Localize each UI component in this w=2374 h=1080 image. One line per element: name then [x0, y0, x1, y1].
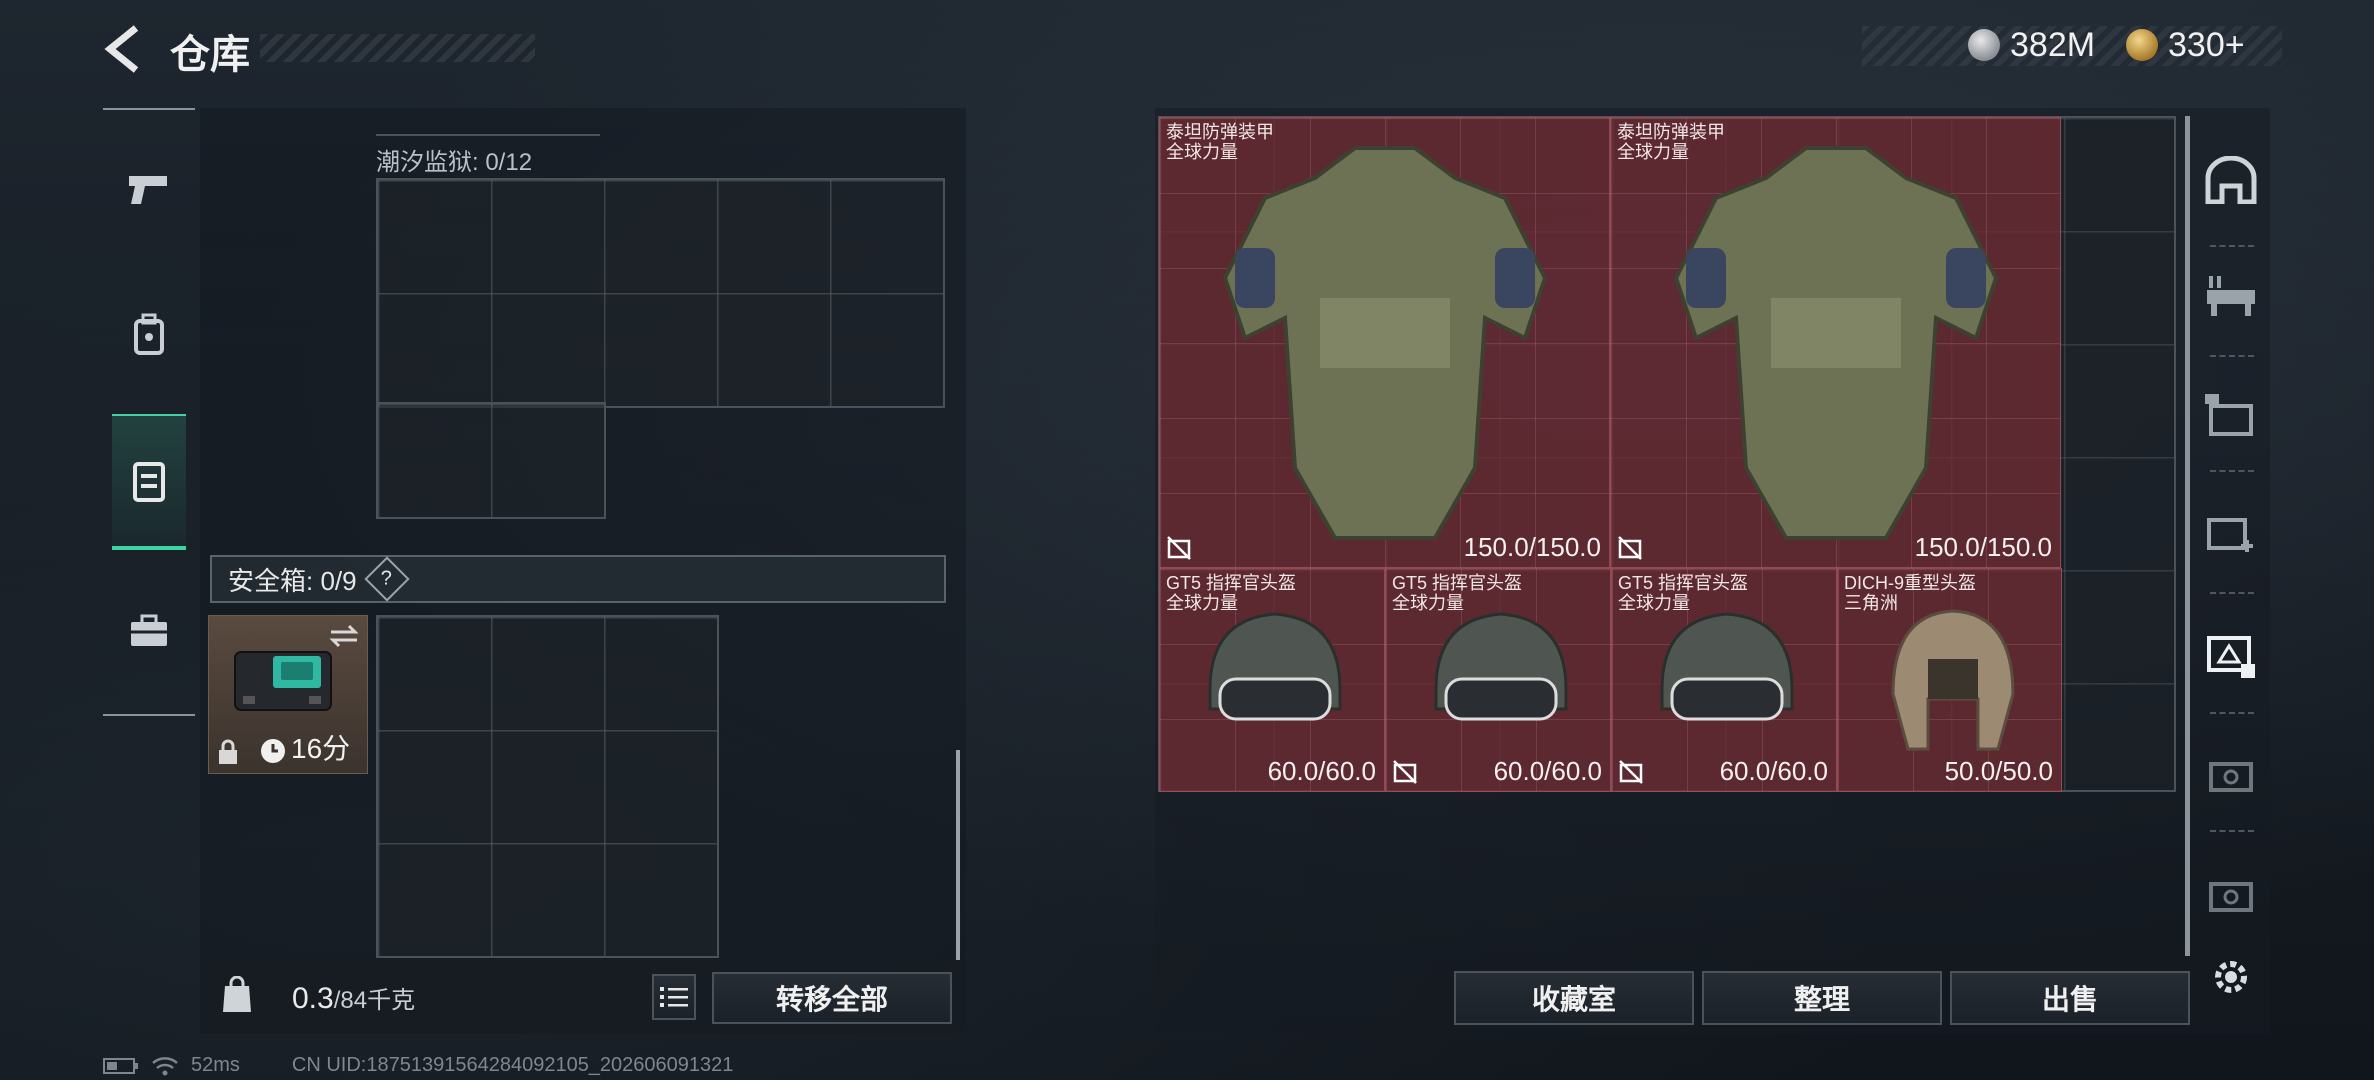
helmet-icon — [1208, 612, 1342, 721]
body-armor-icon — [1222, 146, 1548, 540]
safe-icon — [2207, 636, 2255, 678]
silver-currency[interactable]: 382M — [1968, 20, 2095, 70]
helmet-item-2[interactable]: GT5 指挥官头盔 全球力量 60.0/60.0 — [1385, 568, 1611, 792]
nav-gear[interactable] — [112, 414, 186, 550]
gold-amount: 330+ — [2168, 25, 2245, 64]
sell-button[interactable]: 出售 — [1950, 971, 2190, 1025]
organize-button[interactable]: 整理 — [1702, 971, 1942, 1025]
help-icon: ? — [381, 567, 393, 590]
safebox-label: 安全箱: 0/9 — [228, 565, 357, 596]
workbench-icon — [2207, 276, 2255, 316]
crate-icon — [2209, 762, 2253, 792]
side-tab-crate-1[interactable] — [2195, 720, 2267, 830]
silver-coin-icon — [1968, 29, 2000, 61]
weight-icon — [223, 976, 251, 1012]
tab-separator — [2210, 470, 2254, 472]
medical-icon — [2207, 518, 2253, 552]
helmet-item-4[interactable]: DICH-9重型头盔 三角洲 50.0/50.0 — [1837, 568, 2062, 792]
unmarked-icon — [1618, 536, 1642, 560]
armor-item-2[interactable]: 泰坦防弹装甲 全球力量 150.0/150.0 — [1610, 117, 2061, 568]
item-durability: 150.0/150.0 — [1914, 532, 2052, 562]
weight-unit: /84千克 — [333, 987, 416, 1014]
stash-scrollbar[interactable] — [2185, 116, 2190, 956]
crate-icon — [2209, 882, 2253, 912]
inventory-scrollbar[interactable] — [956, 750, 960, 960]
battery-icon — [103, 1057, 138, 1074]
gold-currency[interactable]: 330+ — [2126, 20, 2245, 70]
helmet-item-3[interactable]: GT5 指挥官头盔 全球力量 60.0/60.0 — [1611, 568, 1837, 792]
transfer-all-button[interactable]: 转移全部 — [712, 972, 952, 1024]
unmarked-icon — [1619, 760, 1643, 784]
helmet-item-1[interactable]: GT5 指挥官头盔 全球力量 60.0/60.0 — [1159, 568, 1385, 792]
nav-backpack[interactable] — [112, 270, 186, 400]
collection-room-button[interactable]: 收藏室 — [1454, 971, 1694, 1025]
title-decoration — [260, 34, 535, 62]
tab-separator — [2210, 355, 2254, 357]
helmet-icon — [1434, 612, 1568, 721]
item-durability: 50.0/50.0 — [1944, 756, 2053, 786]
side-tab-medical[interactable] — [2195, 478, 2267, 588]
nav-toolbox[interactable] — [112, 566, 186, 696]
tab-separator — [2210, 592, 2254, 594]
page-title: 仓库 — [170, 33, 250, 77]
list-icon — [660, 987, 688, 1007]
folder-icon — [2205, 394, 2253, 436]
heavy-helmet-icon — [1891, 609, 2015, 751]
nav-weapons[interactable] — [112, 125, 186, 255]
helmet-bunker-icon — [2205, 156, 2257, 204]
safebox-case-icon — [234, 651, 332, 711]
item-durability: 60.0/60.0 — [1267, 756, 1376, 786]
help-button[interactable]: ? — [363, 556, 410, 602]
swap-icon[interactable] — [329, 624, 359, 648]
safebox-timer: 16分 — [291, 733, 351, 764]
item-durability: 60.0/60.0 — [1493, 756, 1602, 786]
wifi-icon — [152, 1056, 178, 1075]
vest-icon — [133, 462, 165, 502]
lock-icon — [219, 739, 237, 764]
armor-item-1[interactable]: 泰坦防弹装甲 全球力量 150.0/150.0 — [1159, 117, 1610, 568]
side-tab-bunker[interactable] — [2195, 125, 2267, 235]
tab-separator — [2210, 830, 2254, 832]
container-grid[interactable] — [376, 178, 945, 408]
settings-button[interactable] — [2195, 922, 2267, 1032]
unmarked-icon — [1393, 760, 1417, 784]
container-grid-extension[interactable] — [376, 402, 606, 519]
helmet-icon — [1660, 612, 1794, 721]
safebox-item[interactable]: 16分 — [208, 615, 368, 774]
gear-icon — [2215, 961, 2247, 993]
status-bar: 52ms CN UID:18751391564284092105_2026060… — [103, 1054, 733, 1077]
backpack-icon — [134, 313, 164, 355]
gold-coin-icon — [2126, 29, 2158, 61]
side-tab-workbench[interactable] — [2195, 240, 2267, 350]
side-tab-safe[interactable] — [2195, 600, 2267, 710]
ping-readout: 52ms — [191, 1054, 240, 1076]
pistol-icon — [129, 176, 167, 204]
item-durability: 150.0/150.0 — [1463, 532, 1601, 562]
tab-separator — [2210, 712, 2254, 714]
container-label: 潮汐监狱: 0/12 — [376, 149, 533, 176]
unmarked-icon — [1167, 536, 1191, 560]
list-view-button[interactable] — [652, 974, 696, 1020]
safebox-grid[interactable] — [376, 615, 719, 958]
silver-amount: 382M — [2010, 25, 2096, 64]
back-arrow-icon[interactable] — [100, 24, 150, 74]
item-durability: 60.0/60.0 — [1719, 756, 1828, 786]
body-armor-icon — [1673, 146, 1999, 540]
weight-value: 0.3 — [292, 982, 334, 1015]
uid-readout: CN UID:18751391564284092105_202606091321 — [291, 1054, 734, 1076]
container-top-edge — [376, 108, 600, 136]
safebox-header: 安全箱: 0/9 ? — [210, 555, 946, 603]
clock-icon — [261, 739, 285, 763]
side-tab-storage[interactable] — [2195, 360, 2267, 470]
weight-readout: 0.3/84千克 — [292, 980, 415, 1016]
toolbox-icon — [131, 614, 167, 646]
